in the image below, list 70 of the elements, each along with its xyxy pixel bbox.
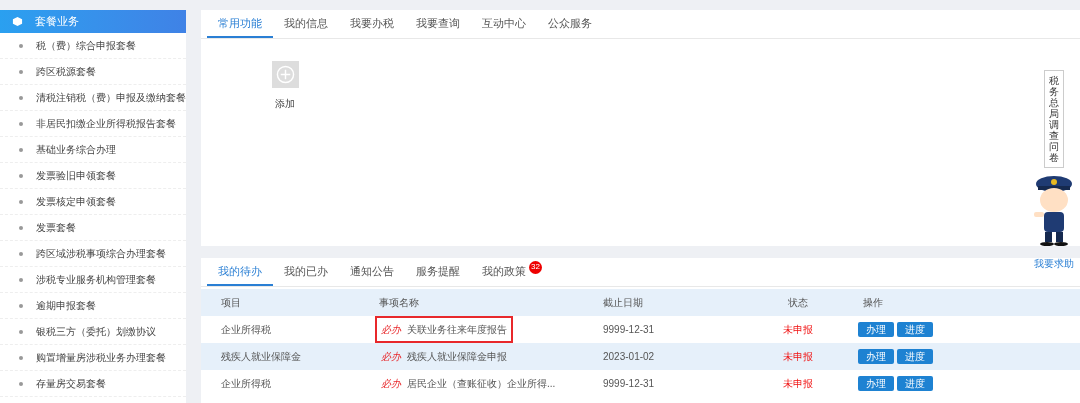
bullet-icon	[19, 303, 23, 308]
bullet-icon	[19, 225, 23, 230]
sidebar-item[interactable]: 跨区域涉税事项综合办理套餐	[0, 241, 186, 267]
sidebar-item[interactable]: 清税注销税（费）申报及缴纳套餐	[0, 85, 186, 111]
tab[interactable]: 我的政策 32	[471, 258, 553, 286]
bullet-icon	[19, 199, 23, 204]
sidebar-item[interactable]: 涉税专业服务机构管理套餐	[0, 267, 186, 293]
bullet-icon	[19, 277, 23, 282]
table-cell-text: 残疾人就业保障金	[220, 350, 302, 364]
bullet-icon	[19, 173, 23, 178]
help-link[interactable]: 我要求助	[1034, 256, 1074, 271]
bullet-icon	[19, 95, 23, 100]
tab[interactable]: 互动中心	[471, 10, 537, 38]
sidebar-item[interactable]: 发票验旧申领套餐	[0, 163, 186, 189]
cube-icon	[12, 16, 23, 27]
bullet-icon	[19, 147, 23, 152]
sidebar-item[interactable]: 税（费）综合申报套餐	[0, 33, 186, 59]
tab[interactable]: 通知公告	[339, 258, 405, 286]
tab[interactable]: 我的已办	[273, 258, 339, 286]
survey-link[interactable]: 税务总局调查问卷	[1044, 70, 1064, 168]
tab[interactable]: 我要办税	[339, 10, 405, 38]
sidebar-item[interactable]: 发票套餐	[0, 215, 186, 241]
add-tile[interactable]	[271, 61, 299, 88]
action-button[interactable]: 办理	[858, 349, 894, 364]
add-label: 添加	[275, 97, 295, 111]
action-button[interactable]: 办理	[858, 376, 894, 391]
table-cell-text: 企业所得税	[220, 377, 272, 391]
bullet-icon	[19, 43, 23, 48]
bullet-icon	[19, 355, 23, 360]
tab[interactable]: 我的待办	[207, 258, 273, 286]
status-text: 未申报	[782, 350, 814, 364]
tab[interactable]: 我的信息	[273, 10, 339, 38]
column-header: 截止日期	[603, 296, 644, 310]
column-header: 项目	[220, 296, 242, 310]
bullet-icon	[19, 381, 23, 386]
tab[interactable]: 我要查询	[405, 10, 471, 38]
action-button[interactable]: 进度	[897, 322, 933, 337]
tab[interactable]: 服务提醒	[405, 258, 471, 286]
task-name[interactable]: 必办 残疾人就业保障金申报	[375, 343, 513, 370]
table-cell-text: 2023-01-02	[603, 350, 656, 364]
tab[interactable]: 常用功能	[207, 10, 273, 38]
action-button[interactable]: 进度	[897, 349, 933, 364]
bullet-icon	[19, 69, 23, 74]
sidebar-item[interactable]: 跨区税源套餐	[0, 59, 186, 85]
bullet-icon	[19, 121, 23, 126]
sidebar-item[interactable]: 存量房交易套餐	[0, 371, 186, 397]
sidebar-item[interactable]: 基础业务综合办理	[0, 137, 186, 163]
status-text: 未申报	[782, 377, 814, 391]
action-button[interactable]: 办理	[858, 322, 894, 337]
task-name[interactable]: 必办 居民企业（查账征收）企业所得...	[375, 370, 562, 397]
action-button[interactable]: 进度	[897, 376, 933, 391]
sidebar-item[interactable]: 逾期申报套餐	[0, 293, 186, 319]
table-cell-text: 9999-12-31	[603, 377, 656, 391]
sidebar-item[interactable]: 银税三方（委托）划缴协议	[0, 319, 186, 345]
status-text: 未申报	[782, 323, 814, 337]
task-name[interactable]: 必办 关联业务往来年度报告	[375, 316, 513, 343]
sidebar-item[interactable]: 购置增量房涉税业务办理套餐	[0, 345, 186, 371]
column-header: 事项名称	[379, 296, 420, 310]
table-cell-text: 9999-12-31	[603, 323, 656, 337]
column-header: 状态	[787, 296, 809, 310]
plus-circle-icon	[275, 65, 295, 84]
bullet-icon	[19, 329, 23, 334]
column-header: 操作	[862, 296, 884, 310]
sidebar-item[interactable]: 非居民扣缴企业所得税报告套餐	[0, 111, 186, 137]
sidebar-item[interactable]: 发票核定申领套餐	[0, 189, 186, 215]
table-cell-text: 企业所得税	[220, 323, 272, 337]
sidebar-title: 套餐业务	[35, 14, 79, 30]
bullet-icon	[19, 251, 23, 256]
count-badge: 32	[529, 260, 542, 274]
tab[interactable]: 公众服务	[537, 10, 603, 38]
